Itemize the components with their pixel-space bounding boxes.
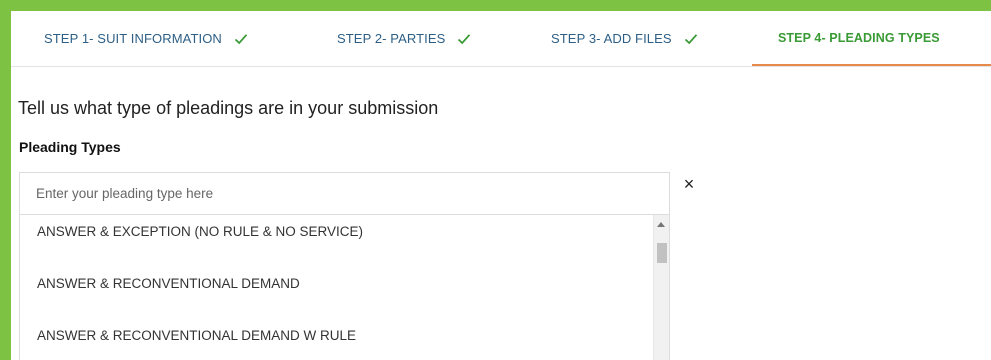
dropdown-option[interactable]: ANSWER & EXCEPTION (NO RULE & NO SERVICE… xyxy=(20,215,652,257)
step-2-tab[interactable]: STEP 2- PARTIES xyxy=(337,11,471,66)
step-1-tab[interactable]: STEP 1- SUIT INFORMATION xyxy=(44,11,248,66)
step-2-label: STEP 2- PARTIES xyxy=(337,31,446,46)
page-prompt: Tell us what type of pleadings are in yo… xyxy=(18,98,439,118)
step-3-tab[interactable]: STEP 3- ADD FILES xyxy=(551,11,698,66)
pleading-type-search xyxy=(19,172,670,214)
dropdown-option[interactable]: ANSWER & RECONVENTIONAL DEMAND W RULE xyxy=(20,309,652,360)
step-3-label: STEP 3- ADD FILES xyxy=(551,31,672,46)
pleading-type-dropdown: ANSWER & EXCEPTION (NO RULE & NO SERVICE… xyxy=(19,214,670,360)
close-icon[interactable]: × xyxy=(681,175,697,193)
check-icon xyxy=(234,33,248,44)
dropdown-option[interactable]: ANSWER & RECONVENTIONAL DEMAND xyxy=(20,257,652,309)
scroll-up-arrow-icon[interactable] xyxy=(657,222,665,227)
pleading-type-search-input[interactable] xyxy=(20,173,669,214)
step-4-tab-active[interactable]: STEP 4- PLEADING TYPES xyxy=(752,11,991,66)
check-icon xyxy=(458,33,471,44)
step-navigation: STEP 1- SUIT INFORMATION STEP 2- PARTIES… xyxy=(11,11,991,67)
step-4-label: STEP 4- PLEADING TYPES xyxy=(778,30,940,45)
check-icon xyxy=(684,33,697,44)
pleading-types-label: Pleading Types xyxy=(19,139,121,155)
dropdown-scrollbar[interactable] xyxy=(653,215,669,360)
step-1-label: STEP 1- SUIT INFORMATION xyxy=(44,31,222,46)
scrollbar-thumb[interactable] xyxy=(657,243,667,263)
